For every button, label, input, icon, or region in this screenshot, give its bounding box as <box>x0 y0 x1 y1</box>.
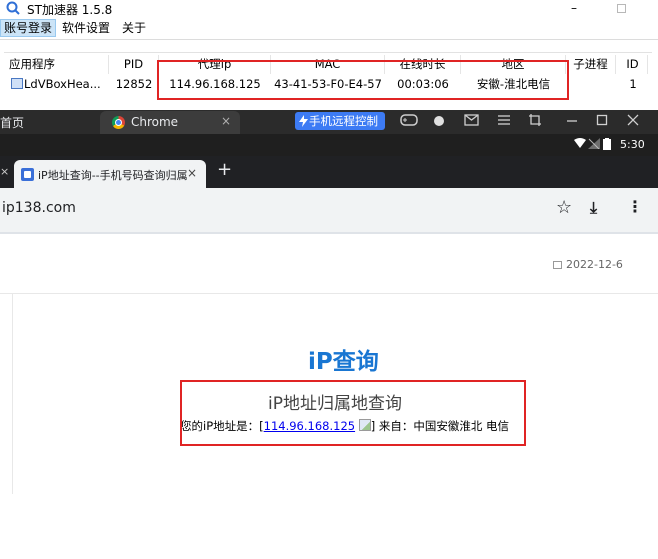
window-icon <box>11 78 23 89</box>
download-icon[interactable]: ⤓ <box>590 198 597 218</box>
gamepad-icon[interactable] <box>400 113 418 127</box>
address-bar: ip138.com ☆ ⤓ ⋮ <box>0 188 658 232</box>
col-pid[interactable]: PID <box>109 55 159 74</box>
chrome-logo-icon <box>112 116 125 129</box>
divider <box>0 293 658 294</box>
st-window-title: ST加速器 1.5.8 <box>27 3 113 17</box>
tab-chrome-label: Chrome <box>131 115 179 129</box>
new-tab-button[interactable]: + <box>217 159 232 180</box>
status-time: 5:30 <box>620 138 645 151</box>
divider <box>0 232 658 234</box>
close-icon[interactable]: × <box>0 165 9 178</box>
site-favicon-icon <box>21 168 34 181</box>
close-icon[interactable]: × <box>187 166 197 180</box>
signal-icon <box>588 138 600 149</box>
maximize-button[interactable] <box>617 4 626 13</box>
minimize-icon[interactable] <box>566 113 578 127</box>
ip-logo[interactable]: iP查询 <box>308 342 379 376</box>
col-subprocess[interactable]: 子进程 <box>566 55 616 74</box>
remote-control-label: 手机远程控制 <box>309 114 378 128</box>
cell-pid: 12852 <box>115 77 153 91</box>
ip-logo-prefix: iP <box>308 349 333 375</box>
battery-icon <box>603 138 611 150</box>
crop-icon[interactable] <box>528 113 542 127</box>
annotation-box-top <box>157 60 569 100</box>
st-app-icon <box>6 1 20 15</box>
lightning-icon <box>299 115 308 127</box>
col-id[interactable]: ID <box>618 55 648 74</box>
divider <box>12 294 13 494</box>
close-icon[interactable]: × <box>221 114 231 128</box>
page-date: 2022-12-6 <box>566 258 623 271</box>
remote-control-button[interactable]: 手机远程控制 <box>295 112 385 130</box>
date-row: 2022-12-6 <box>553 258 623 271</box>
hamburger-icon[interactable] <box>497 113 511 127</box>
android-status-bar: 5:30 <box>0 134 658 156</box>
st-menu-bar: 账号登录 软件设置 关于 <box>0 18 658 38</box>
cell-app-text: LdVBoxHea... <box>24 77 101 91</box>
close-icon[interactable] <box>627 113 639 127</box>
bookmark-star-icon[interactable]: ☆ <box>556 197 572 218</box>
chrome-tab-bar: 首页 Chrome × 手机远程控制 <box>0 110 658 134</box>
calendar-icon <box>553 261 562 269</box>
cell-app: LdVBoxHea... <box>11 75 111 94</box>
more-menu-icon[interactable]: ⋮ <box>627 197 643 216</box>
menu-account-login[interactable]: 账号登录 <box>0 19 57 37</box>
ip-logo-suffix: 查询 <box>332 349 379 375</box>
col-app[interactable]: 应用程序 <box>9 55 109 74</box>
circle-icon[interactable] <box>433 115 445 127</box>
mobile-tab-strip: × iP地址查询--手机号码查询归属 × + <box>0 156 658 188</box>
tab-ip138[interactable]: iP地址查询--手机号码查询归属 × <box>14 160 206 188</box>
menu-about[interactable]: 关于 <box>119 19 149 37</box>
mail-icon[interactable] <box>464 113 480 127</box>
url-field[interactable]: ip138.com <box>2 200 76 216</box>
annotation-box-bottom <box>180 380 526 446</box>
maximize-icon[interactable] <box>596 113 608 127</box>
tab-chrome[interactable]: Chrome × <box>100 111 240 134</box>
tab-home[interactable]: 首页 <box>0 114 24 131</box>
minimize-button[interactable]: – <box>571 1 577 15</box>
st-title-bar: ST加速器 1.5.8 – <box>0 0 658 18</box>
cell-subprocess <box>566 75 616 94</box>
cell-id: 1 <box>629 77 637 91</box>
tab-ip138-title: iP地址查询--手机号码查询归属 <box>38 169 188 182</box>
wifi-icon <box>574 138 586 148</box>
menu-software-settings[interactable]: 软件设置 <box>59 19 113 37</box>
divider <box>0 39 658 40</box>
